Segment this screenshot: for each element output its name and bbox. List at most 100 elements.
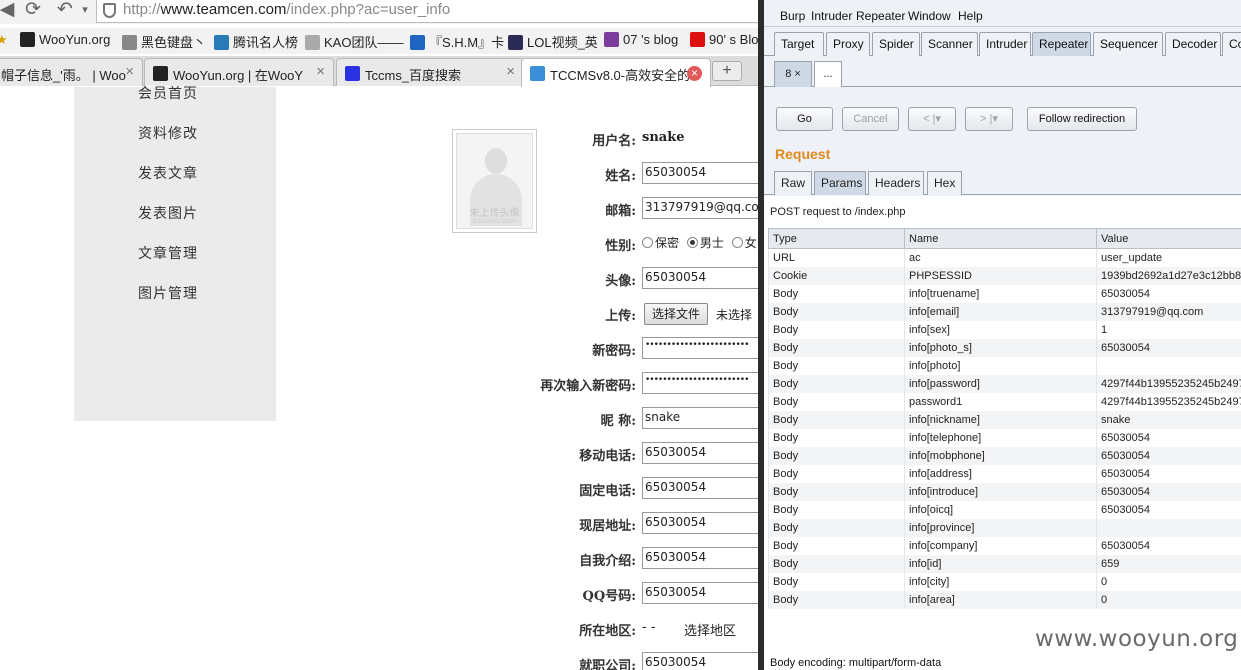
forward-history-button[interactable]: > |▾ xyxy=(965,107,1013,131)
request-view-tab[interactable]: Headers xyxy=(868,171,924,195)
new-tab-button[interactable]: + xyxy=(712,61,742,81)
sex-radio-secret[interactable] xyxy=(642,237,653,248)
browser-tab[interactable]: Tccms_百度搜索 × xyxy=(336,58,524,86)
param-row[interactable]: Body info[area] 0 xyxy=(768,590,1241,609)
bookmark-item[interactable]: 腾讯名人榜 xyxy=(214,32,298,52)
burp-menu-item[interactable]: Window xyxy=(908,9,951,23)
sidebar-link[interactable]: 发表文章 xyxy=(138,163,198,183)
select-region-link[interactable]: 选择地区 xyxy=(684,620,736,639)
param-type[interactable]: Body xyxy=(768,464,905,483)
bookmark-item[interactable]: 07 's blog xyxy=(604,32,678,52)
column-header-type[interactable]: Type xyxy=(768,228,905,249)
new-password-field[interactable]: •••••••••••••••••••••••• xyxy=(642,337,758,359)
phone-field[interactable]: 65030054 xyxy=(642,477,758,499)
url-bar[interactable]: http://www.teamcen.com/index.php?ac=user… xyxy=(96,0,758,23)
tab-close-icon[interactable]: × xyxy=(687,66,702,81)
burp-tab[interactable]: Spider xyxy=(872,32,920,56)
param-value[interactable]: 1 xyxy=(1096,320,1241,339)
param-type[interactable]: Body xyxy=(768,302,905,321)
qq-field[interactable]: 65030054 xyxy=(642,582,758,604)
param-value[interactable] xyxy=(1096,518,1241,537)
param-row[interactable]: Body info[nickname] snake xyxy=(768,410,1241,429)
sidebar-link[interactable]: 会员首页 xyxy=(138,83,198,103)
sidebar-link[interactable]: 图片管理 xyxy=(138,283,198,303)
param-type[interactable]: Body xyxy=(768,446,905,465)
bookmark-item[interactable]: KAO团队—— xyxy=(305,32,403,52)
param-type[interactable]: Body xyxy=(768,500,905,519)
burp-menu-item[interactable]: Intruder xyxy=(811,9,852,23)
param-row[interactable]: Body info[photo_s] 65030054 xyxy=(768,338,1241,357)
sex-radio-female[interactable] xyxy=(731,237,743,248)
param-value[interactable]: 4297f44b13955235245b2497 xyxy=(1096,392,1241,411)
repeater-tab-8[interactable]: 8 × xyxy=(774,61,812,87)
param-type[interactable]: Body xyxy=(768,410,905,429)
tab-close-icon[interactable]: × xyxy=(316,63,325,80)
param-value[interactable]: 65030054 xyxy=(1096,536,1241,555)
param-name[interactable]: password1 xyxy=(904,392,1097,411)
reload-icon[interactable]: ⟳ xyxy=(20,0,46,22)
param-row[interactable]: Cookie PHPSESSID 1939bd2692a1d27e3c12bb87 xyxy=(768,266,1241,285)
param-row[interactable]: Body info[address] 65030054 xyxy=(768,464,1241,483)
param-type[interactable]: Body xyxy=(768,320,905,339)
param-row[interactable]: Body info[telephone] 65030054 xyxy=(768,428,1241,447)
param-value[interactable]: 1939bd2692a1d27e3c12bb87 xyxy=(1096,266,1241,285)
param-type[interactable]: URL xyxy=(768,248,905,267)
param-name[interactable]: ac xyxy=(904,248,1097,267)
burp-tab[interactable]: Decoder xyxy=(1165,32,1221,56)
truename-field[interactable]: 65030054 xyxy=(642,162,758,184)
param-value[interactable]: 65030054 xyxy=(1096,284,1241,303)
param-row[interactable]: Body info[introduce] 65030054 xyxy=(768,482,1241,501)
param-name[interactable]: info[oicq] xyxy=(904,500,1097,519)
address-field[interactable]: 65030054 xyxy=(642,512,758,534)
param-value[interactable]: 0 xyxy=(1096,590,1241,609)
param-name[interactable]: info[city] xyxy=(904,572,1097,591)
burp-menu-item[interactable]: Repeater xyxy=(856,9,905,23)
param-value[interactable]: 65030054 xyxy=(1096,446,1241,465)
param-name[interactable]: info[address] xyxy=(904,464,1097,483)
bookmark-item[interactable]: WooYun.org xyxy=(20,32,110,52)
repeat-password-field[interactable]: •••••••••••••••••••••••• xyxy=(642,372,758,394)
param-row[interactable]: Body info[email] 313797919@qq.com xyxy=(768,302,1241,321)
browser-tab[interactable]: WooYun.org | 在WooY × xyxy=(144,58,334,86)
param-row[interactable]: Body info[company] 65030054 xyxy=(768,536,1241,555)
param-value[interactable]: 4297f44b13955235245b2497 xyxy=(1096,374,1241,393)
param-value[interactable]: 313797919@qq.com xyxy=(1096,302,1241,321)
browser-tab[interactable]: TCCMSv8.0-高效安全的 × xyxy=(521,58,711,87)
param-value[interactable]: 65030054 xyxy=(1096,482,1241,501)
tab-close-icon[interactable]: × xyxy=(125,63,134,80)
param-name[interactable]: info[mobphone] xyxy=(904,446,1097,465)
param-type[interactable]: Body xyxy=(768,392,905,411)
param-row[interactable]: Body password1 4297f44b13955235245b2497 xyxy=(768,392,1241,411)
param-name[interactable]: info[password] xyxy=(904,374,1097,393)
request-view-tab[interactable]: Raw xyxy=(774,171,812,195)
param-name[interactable]: info[nickname] xyxy=(904,410,1097,429)
email-field[interactable]: 313797919@qq.com xyxy=(642,197,758,219)
burp-tab[interactable]: Com xyxy=(1222,32,1241,56)
back-history-button[interactable]: < |▾ xyxy=(908,107,956,131)
sex-radio-male[interactable] xyxy=(686,237,698,248)
bookmark-item[interactable]: LOL视频_英 xyxy=(508,32,598,52)
param-value[interactable] xyxy=(1096,356,1241,375)
photo-field[interactable]: 65030054 xyxy=(642,267,758,289)
follow-redirection-button[interactable]: Follow redirection xyxy=(1027,107,1137,131)
url-text[interactable]: http://www.teamcen.com/index.php?ac=user… xyxy=(123,1,450,18)
burp-tab[interactable]: Sequencer xyxy=(1093,32,1163,56)
param-type[interactable]: Body xyxy=(768,572,905,591)
param-type[interactable]: Body xyxy=(768,356,905,375)
param-name[interactable]: info[photo] xyxy=(904,356,1097,375)
param-name[interactable]: info[truename] xyxy=(904,284,1097,303)
param-name[interactable]: info[area] xyxy=(904,590,1097,609)
param-row[interactable]: Body info[id] 659 xyxy=(768,554,1241,573)
param-type[interactable]: Body xyxy=(768,590,905,609)
param-row[interactable]: Body info[photo] xyxy=(768,356,1241,375)
param-name[interactable]: info[photo_s] xyxy=(904,338,1097,357)
sidebar-link[interactable]: 资料修改 xyxy=(138,123,198,143)
request-view-tab[interactable]: Hex xyxy=(927,171,962,195)
param-value[interactable]: 65030054 xyxy=(1096,464,1241,483)
param-row[interactable]: Body info[sex] 1 xyxy=(768,320,1241,339)
burp-tab[interactable]: Repeater xyxy=(1032,32,1091,56)
bookmark-item[interactable]: 黑色键盘丶 xyxy=(122,32,206,52)
nickname-field[interactable]: snake xyxy=(642,407,758,429)
mobile-field[interactable]: 65030054 xyxy=(642,442,758,464)
param-type[interactable]: Body xyxy=(768,536,905,555)
